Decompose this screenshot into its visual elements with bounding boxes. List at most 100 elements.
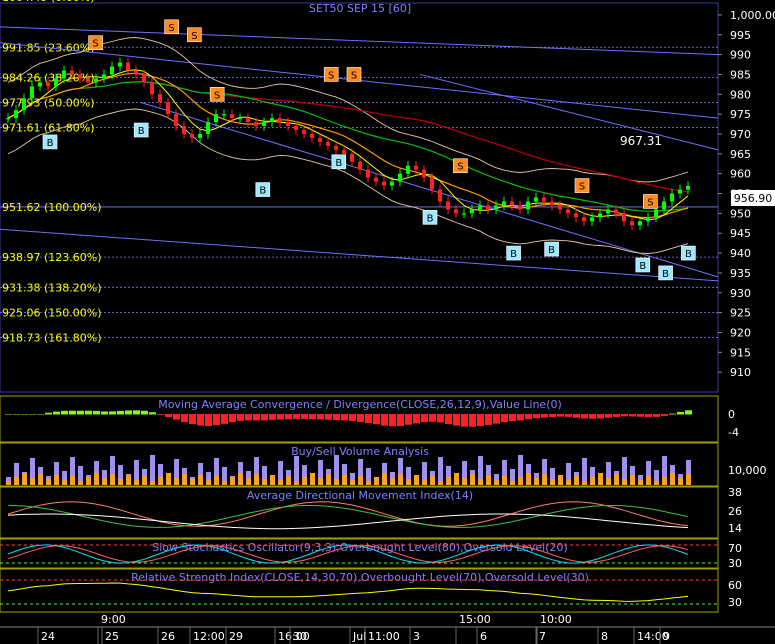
macd-bar — [21, 414, 28, 415]
x-tick-label: 24 — [41, 630, 55, 643]
volume-bar — [406, 479, 411, 485]
macd-bar — [381, 414, 388, 426]
macd-bar — [93, 410, 100, 415]
volume-bar — [382, 473, 387, 485]
macd-bar — [69, 410, 76, 415]
line-value-label: 967.31 — [620, 134, 662, 148]
macd-bar — [645, 414, 652, 418]
marker-label: S — [214, 90, 220, 101]
x-tick-label: Jul — [352, 630, 366, 643]
x-tick-label: 30 — [293, 630, 307, 643]
fib-label: 925.06 (150.00%) — [2, 306, 102, 319]
candle — [670, 193, 674, 202]
macd-bar — [301, 414, 308, 419]
marker-label: B — [685, 249, 692, 260]
candle — [590, 217, 594, 222]
macd-bar — [309, 414, 316, 420]
macd-bar — [133, 410, 140, 415]
marker-label: S — [351, 70, 357, 81]
volume-bar — [510, 481, 515, 485]
volume-bar — [502, 476, 507, 485]
volume-bar — [150, 455, 155, 485]
volume-bar — [78, 481, 83, 485]
fib-label: 931.38 (138.20%) — [2, 281, 102, 294]
volume-bar — [302, 477, 307, 485]
candle — [478, 205, 482, 210]
marker-label: S — [328, 70, 334, 81]
candle — [182, 126, 186, 134]
macd-bar — [653, 414, 660, 417]
candle — [62, 70, 66, 79]
y-tick-label: 960 — [730, 168, 751, 181]
volume-bar — [214, 476, 219, 485]
macd-bar — [37, 414, 44, 415]
indicator-tick-label: 38 — [728, 486, 742, 499]
macd-bar — [637, 414, 644, 417]
macd-bar — [573, 414, 580, 418]
last-price-label: 956.90 — [734, 192, 773, 205]
volume-bar — [206, 480, 211, 485]
candle — [310, 133, 314, 138]
volume-bar — [646, 476, 651, 485]
volume-bar — [198, 475, 203, 485]
y-tick-label: 915 — [730, 346, 751, 359]
candle — [382, 181, 386, 186]
candle — [86, 78, 90, 83]
candle — [430, 177, 434, 190]
volume-bar — [22, 473, 27, 485]
macd-bar — [45, 412, 52, 415]
x-tick-label: 10:00 — [540, 613, 572, 626]
macd-bar — [413, 414, 420, 424]
macd-bar — [341, 414, 348, 421]
candle — [486, 205, 490, 210]
y-tick-label: 950 — [730, 207, 751, 220]
volume-bar — [630, 475, 635, 485]
volume-bar — [614, 474, 619, 485]
candle — [126, 62, 130, 71]
y-tick-label: 965 — [730, 148, 751, 161]
x-tick-label: 6 — [480, 630, 487, 643]
candle — [678, 189, 682, 194]
marker-label: B — [335, 158, 342, 169]
macd-bar — [525, 414, 532, 420]
volume-bar — [438, 457, 443, 485]
last-price-badge: 956.90 — [731, 190, 775, 206]
volume-bar — [542, 474, 547, 485]
candle — [246, 118, 250, 123]
macd-bar — [565, 414, 572, 417]
chart-title: SET50 SEP 15 [60] — [309, 2, 411, 15]
candle — [174, 114, 178, 127]
volume-bar — [486, 475, 491, 485]
macd-bar — [213, 414, 220, 426]
fib-label: 1004.49 (0.00%) — [2, 0, 95, 4]
volume-bar — [238, 473, 243, 485]
candle — [294, 126, 298, 131]
candle — [662, 201, 666, 210]
marker-label: B — [510, 249, 517, 260]
macd-bar — [677, 411, 684, 415]
volume-bar — [86, 477, 91, 485]
macd-bar — [597, 414, 604, 419]
macd-bar — [517, 414, 524, 421]
volume-bar — [222, 481, 227, 485]
volume-bar — [118, 479, 123, 485]
macd-bar — [53, 411, 60, 415]
volume-bar — [414, 475, 419, 485]
x-tick-label: 7 — [539, 630, 546, 643]
candle — [622, 213, 626, 222]
volume-bar — [246, 478, 251, 485]
macd-bar — [669, 413, 676, 415]
y-tick-label: 990 — [730, 49, 751, 62]
volume-bar — [182, 474, 187, 485]
candle — [286, 122, 290, 127]
macd-bar — [453, 414, 460, 426]
macd-bar — [261, 414, 268, 421]
macd-bar — [685, 410, 692, 415]
candle — [70, 70, 74, 75]
macd-bar — [581, 414, 588, 419]
candle — [254, 122, 258, 127]
candle — [654, 209, 658, 218]
candle — [606, 209, 610, 214]
candle — [222, 114, 226, 116]
indicator-title: Average Directional Movement Index(14) — [247, 489, 473, 502]
